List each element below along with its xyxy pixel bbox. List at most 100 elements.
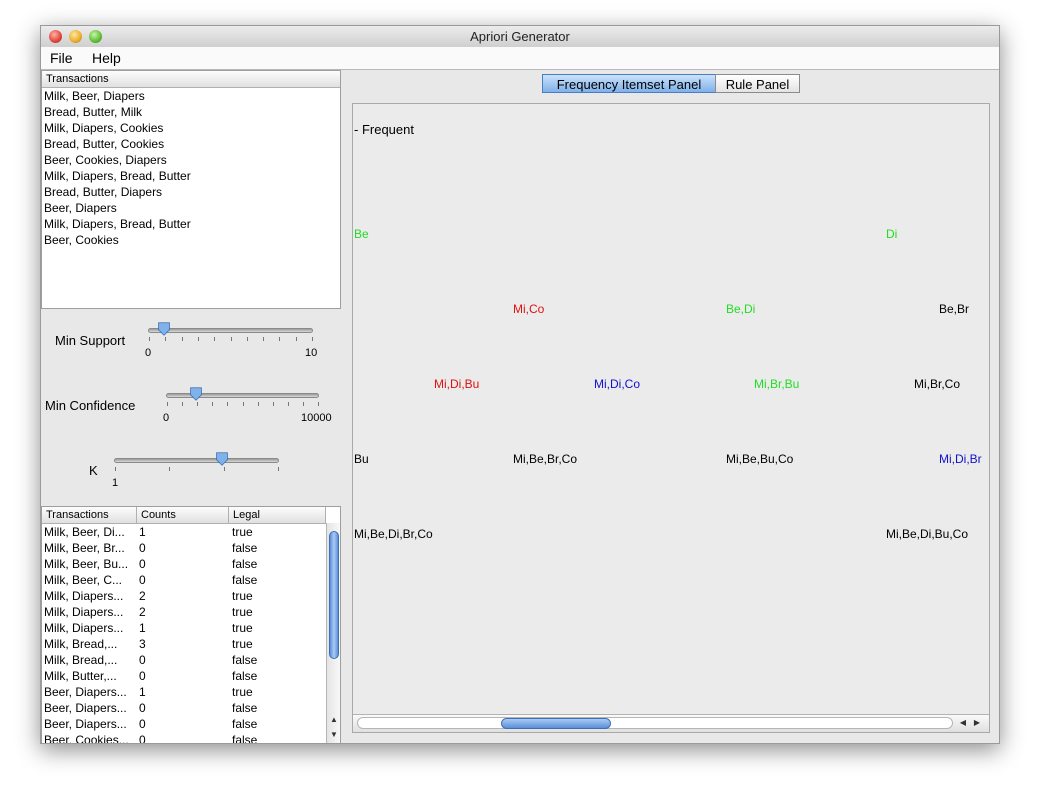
transaction-list-item[interactable]: Bread, Butter, Cookies: [42, 136, 340, 152]
transaction-list-item[interactable]: Milk, Beer, Diapers: [42, 88, 340, 104]
row-counts-cell: 0: [139, 653, 146, 667]
transaction-list-item[interactable]: Bread, Butter, Milk: [42, 104, 340, 120]
min-support-tick: [296, 337, 297, 341]
min-support-tick: [214, 337, 215, 341]
transaction-list-item[interactable]: Beer, Cookies: [42, 232, 340, 248]
results-table-scroll-thumb[interactable]: [329, 531, 339, 659]
min-support-min-label: 0: [145, 347, 152, 359]
table-row[interactable]: Beer, Diapers... 0 false: [42, 700, 326, 716]
min-support-tick: [149, 337, 150, 341]
table-row[interactable]: Milk, Bread,... 3 true: [42, 636, 326, 652]
menu-help[interactable]: Help: [92, 50, 121, 66]
column-header-legal[interactable]: Legal: [229, 507, 326, 523]
row-transactions-cell: Milk, Diapers...: [44, 621, 124, 635]
min-confidence-tick: [288, 402, 289, 406]
scroll-up-arrow-icon[interactable]: ▲: [328, 715, 340, 724]
itemset-horizontal-scrollbar[interactable]: ◀ ▶: [353, 714, 989, 732]
table-row[interactable]: Milk, Beer, C... 0 false: [42, 572, 326, 588]
results-table-header: Transactions Counts Legal: [42, 507, 326, 524]
itemset-node: Mi,Be,Di,Bu,Co: [886, 527, 969, 541]
table-row[interactable]: Milk, Beer, Br... 0 false: [42, 540, 326, 556]
min-confidence-tick: [167, 402, 168, 406]
k-slider-thumb[interactable]: [215, 452, 229, 466]
min-support-label: Min Support: [55, 333, 126, 348]
min-confidence-tick: [243, 402, 244, 406]
row-transactions-cell: Milk, Butter,...: [44, 669, 117, 683]
min-confidence-slider-thumb[interactable]: [189, 387, 203, 401]
row-counts-cell: 3: [139, 637, 146, 651]
table-row[interactable]: Milk, Diapers... 2 true: [42, 588, 326, 604]
horizontal-scroll-track[interactable]: [357, 717, 953, 729]
min-confidence-tick: [258, 402, 259, 406]
min-support-tick: [279, 337, 280, 341]
scroll-down-arrow-icon[interactable]: ▼: [328, 730, 340, 739]
row-counts-cell: 0: [139, 717, 146, 731]
table-row[interactable]: Milk, Diapers... 1 true: [42, 620, 326, 636]
k-track: [114, 458, 279, 463]
transactions-list-panel: Transactions Milk, Beer, Diapers Bread, B…: [41, 70, 341, 309]
scroll-right-arrow-icon[interactable]: ▶: [971, 718, 983, 727]
horizontal-scroll-thumb[interactable]: [501, 718, 611, 729]
k-tick: [224, 467, 225, 471]
transaction-list-item[interactable]: Milk, Diapers, Bread, Butter: [42, 168, 340, 184]
results-table-vertical-scrollbar[interactable]: ▲ ▼: [326, 523, 340, 743]
table-row[interactable]: Milk, Beer, Di... 1 true: [42, 524, 326, 540]
results-table: Transactions Counts Legal Milk, Beer, Di…: [41, 506, 341, 744]
table-row[interactable]: Milk, Bread,... 0 false: [42, 652, 326, 668]
table-row[interactable]: Beer, Cookies... 0 false: [42, 732, 326, 744]
itemset-node: Mi,Be,Br,Co: [513, 452, 578, 466]
table-row[interactable]: Beer, Diapers... 0 false: [42, 716, 326, 732]
row-legal-cell: false: [232, 541, 258, 555]
row-transactions-cell: Milk, Diapers...: [44, 589, 124, 603]
tab-rule-panel[interactable]: Rule Panel: [715, 74, 800, 93]
k-tick: [169, 467, 170, 471]
min-confidence-label: Min Confidence: [45, 398, 136, 413]
itemset-node: Mi,Co: [513, 302, 545, 316]
row-transactions-cell: Milk, Diapers...: [44, 605, 124, 619]
menu-bar: File Help: [41, 47, 999, 70]
menu-file[interactable]: File: [50, 50, 73, 66]
row-counts-cell: 0: [139, 557, 146, 571]
row-legal-cell: false: [232, 557, 258, 571]
frequency-itemset-canvas: - Frequent Be Di Mi,Co Be,Di Be,Br Mi,Di,Bu Mi…: [352, 103, 990, 733]
itemset-node: Mi,Di,Br: [939, 452, 982, 466]
itemset-node: Mi,Di,Bu: [434, 377, 480, 391]
k-min-label: 1: [112, 477, 119, 489]
table-row[interactable]: Milk, Diapers... 2 true: [42, 604, 326, 620]
min-confidence-tick: [182, 402, 183, 406]
transaction-list-item[interactable]: Milk, Diapers, Bread, Butter: [42, 216, 340, 232]
scroll-left-arrow-icon[interactable]: ◀: [957, 718, 969, 727]
table-row[interactable]: Milk, Beer, Bu... 0 false: [42, 556, 326, 572]
row-counts-cell: 2: [139, 589, 146, 603]
itemset-node: Be,Br: [939, 302, 970, 316]
transaction-list-item[interactable]: Beer, Cookies, Diapers: [42, 152, 340, 168]
itemset-node: Mi,Br,Co: [914, 377, 961, 391]
row-transactions-cell: Beer, Cookies...: [44, 733, 129, 744]
row-legal-cell: true: [232, 605, 253, 619]
min-confidence-tick: [318, 402, 319, 406]
itemset-node: Mi,Be,Bu,Co: [726, 452, 794, 466]
column-header-counts[interactable]: Counts: [137, 507, 229, 523]
min-support-track: [148, 328, 313, 333]
row-counts-cell: 0: [139, 669, 146, 683]
row-counts-cell: 1: [139, 685, 146, 699]
table-row[interactable]: Milk, Butter,... 0 false: [42, 668, 326, 684]
transaction-list-item[interactable]: Milk, Diapers, Cookies: [42, 120, 340, 136]
transaction-list-item[interactable]: Bread, Butter, Diapers: [42, 184, 340, 200]
k-tick: [278, 467, 279, 471]
row-transactions-cell: Milk, Bread,...: [44, 653, 118, 667]
table-row[interactable]: Beer, Diapers... 1 true: [42, 684, 326, 700]
min-confidence-min-label: 0: [163, 412, 170, 424]
transaction-list-item[interactable]: Beer, Diapers: [42, 200, 340, 216]
itemset-node: Mi,Di,Co: [594, 377, 641, 391]
min-support-slider-thumb[interactable]: [157, 322, 171, 336]
column-header-transactions[interactable]: Transactions: [42, 507, 137, 523]
tab-frequency-itemset-panel[interactable]: Frequency Itemset Panel: [542, 74, 716, 93]
min-support-max-label: 10: [305, 347, 318, 359]
row-legal-cell: true: [232, 685, 253, 699]
itemset-node: Mi,Br,Bu: [754, 377, 800, 391]
itemset-node: Be: [354, 227, 369, 241]
row-transactions-cell: Beer, Diapers...: [44, 701, 127, 715]
transactions-list-header: Transactions: [42, 71, 340, 88]
row-transactions-cell: Milk, Beer, C...: [44, 573, 123, 587]
